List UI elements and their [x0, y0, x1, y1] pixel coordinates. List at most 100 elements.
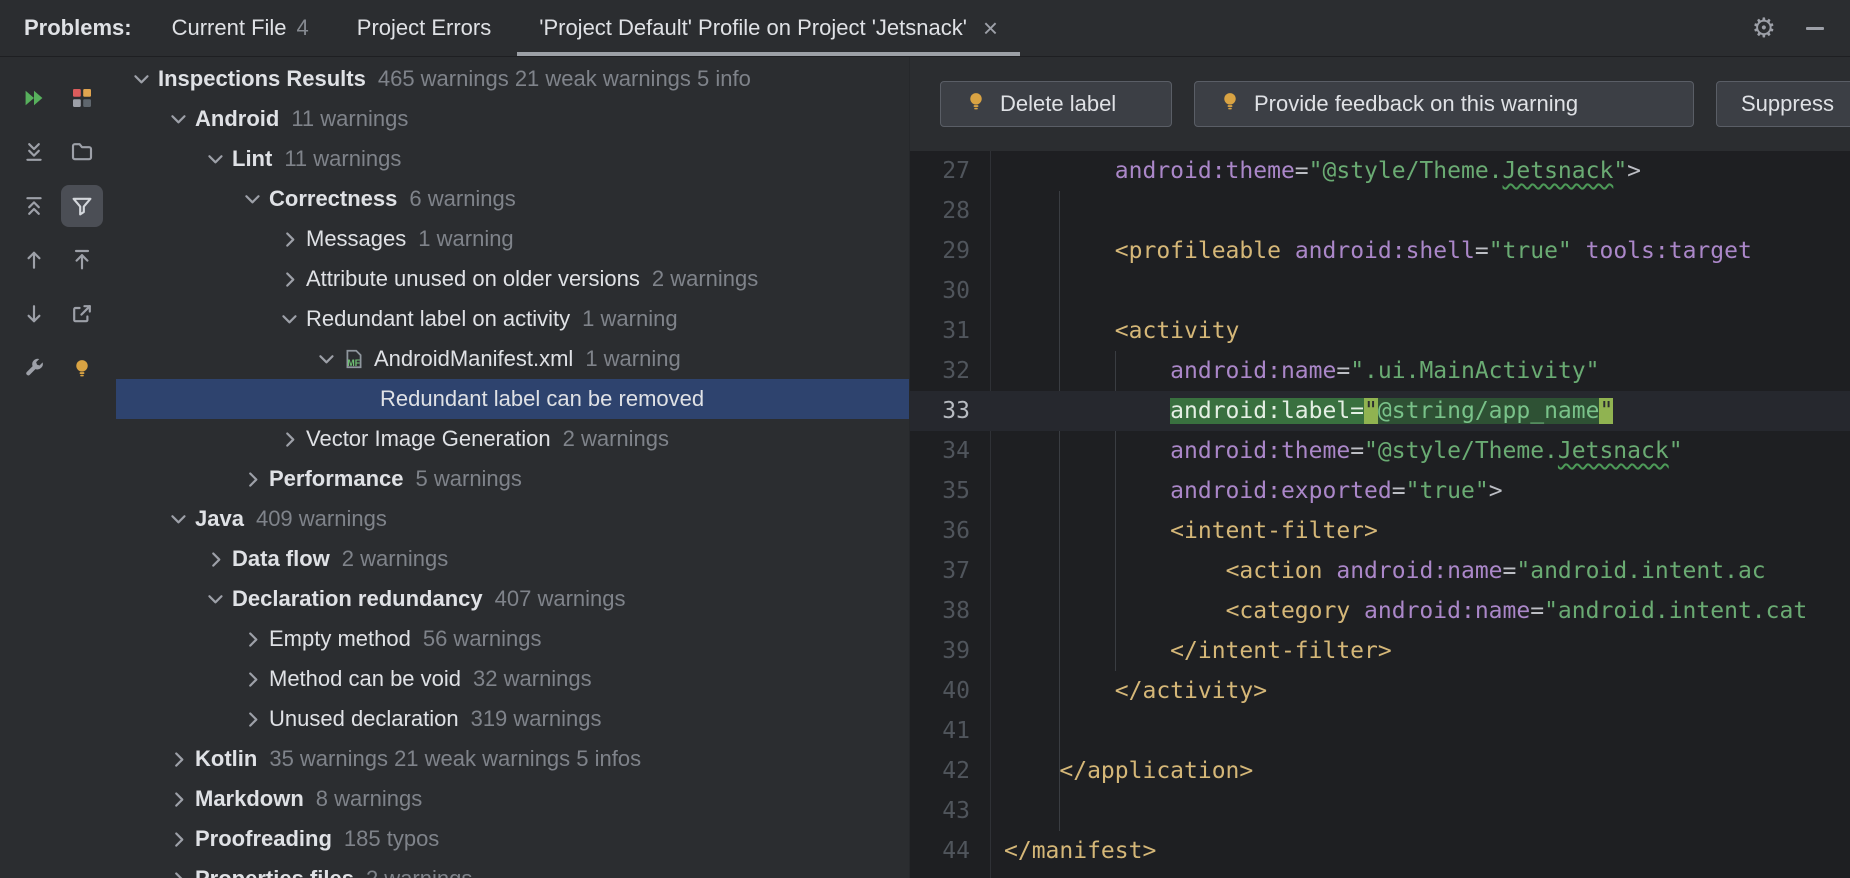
code-line[interactable]: 36 <intent-filter> — [910, 511, 1850, 551]
chevron-right-icon[interactable] — [274, 268, 306, 290]
tab-close-icon[interactable]: × — [983, 15, 998, 41]
tree-row[interactable]: Vector Image Generation2 warnings — [116, 419, 909, 459]
settings-gear-icon[interactable]: ⚙ — [1752, 15, 1776, 42]
code-line[interactable]: 30 — [910, 271, 1850, 311]
chevron-right-icon[interactable] — [237, 468, 269, 490]
collapse-all-icon[interactable] — [13, 185, 55, 227]
tree-row[interactable]: Proofreading185 typos — [116, 819, 909, 859]
chevron-right-icon[interactable] — [200, 548, 232, 570]
editor-preview-pane: Delete label Provide feedback on this war… — [909, 57, 1850, 878]
tree-row-count: 2 warnings — [366, 866, 472, 878]
action-button-label: Suppress — [1741, 91, 1834, 117]
problems-tool-window: Problems: Current File4Project Errors'Pr… — [0, 0, 1850, 878]
tree-row[interactable]: Unused declaration319 warnings — [116, 699, 909, 739]
hide-icon[interactable] — [1806, 27, 1824, 30]
chevron-down-icon[interactable] — [200, 148, 232, 170]
tree-row[interactable]: Kotlin35 warnings 21 weak warnings 5 inf… — [116, 739, 909, 779]
filter-icon[interactable] — [61, 185, 103, 227]
problems-body: Inspections Results465 warnings 21 weak … — [0, 57, 1850, 878]
move-to-top-icon[interactable] — [61, 239, 103, 281]
code-line[interactable]: 40 </activity> — [910, 671, 1850, 711]
chevron-right-icon[interactable] — [163, 828, 195, 850]
tree-row[interactable]: Data flow2 warnings — [116, 539, 909, 579]
code-line[interactable]: 33 android:label="@string/app_name" — [910, 391, 1850, 431]
tree-row[interactable]: Redundant label on activity1 warning — [116, 299, 909, 339]
tree-row-count: 465 warnings 21 weak warnings 5 info — [378, 66, 751, 92]
tree-row[interactable]: Markdown8 warnings — [116, 779, 909, 819]
tree-row[interactable]: Lint11 warnings — [116, 139, 909, 179]
tree-row[interactable]: Android11 warnings — [116, 99, 909, 139]
chevron-right-icon[interactable] — [163, 868, 195, 878]
code-line[interactable]: 27 android:theme="@style/Theme.Jetsnack"… — [910, 151, 1850, 191]
line-number: 41 — [910, 711, 990, 751]
tree-row[interactable]: Correctness6 warnings — [116, 179, 909, 219]
tab-label: Project Errors — [357, 15, 491, 41]
code-text — [990, 791, 1004, 831]
tree-row-count: 6 warnings — [409, 186, 515, 212]
code-line[interactable]: 44</manifest> — [910, 831, 1850, 871]
chevron-right-icon[interactable] — [237, 708, 269, 730]
rerun-inspection-icon[interactable] — [13, 77, 55, 119]
code-line[interactable]: 38 <category android:name="android.inten… — [910, 591, 1850, 631]
tree-row-count: 2 warnings — [342, 546, 448, 572]
code-line[interactable]: 32 android:name=".ui.MainActivity" — [910, 351, 1850, 391]
tree-row[interactable]: Java409 warnings — [116, 499, 909, 539]
tree-row[interactable]: MFAndroidManifest.xml1 warning — [116, 339, 909, 379]
tree-row[interactable]: Messages1 warning — [116, 219, 909, 259]
chevron-right-icon[interactable] — [274, 228, 306, 250]
delete-label-button[interactable]: Delete label — [940, 81, 1172, 127]
suppress-button[interactable]: Suppress — [1716, 81, 1850, 127]
preview-lightbulb-icon[interactable] — [61, 347, 103, 389]
chevron-down-icon[interactable] — [237, 188, 269, 210]
group-by-folder-icon[interactable] — [61, 131, 103, 173]
chevron-down-icon[interactable] — [311, 348, 343, 370]
tree-row-label: Lint — [232, 146, 272, 172]
tool-strip — [0, 57, 116, 878]
inspection-profile-icon[interactable] — [61, 77, 103, 119]
code-line[interactable]: 28 — [910, 191, 1850, 231]
chevron-right-icon[interactable] — [237, 668, 269, 690]
tree-row[interactable]: Method can be void32 warnings — [116, 659, 909, 699]
code-line[interactable]: 35 android:exported="true"> — [910, 471, 1850, 511]
chevron-right-icon[interactable] — [274, 428, 306, 450]
tree-row[interactable]: Redundant label can be removed — [116, 379, 909, 419]
tree-row[interactable]: Attribute unused on older versions2 warn… — [116, 259, 909, 299]
header-spacer — [1022, 0, 1752, 56]
tree-row-label: Properties files — [195, 866, 354, 878]
code-line[interactable]: 34 android:theme="@style/Theme.Jetsnack" — [910, 431, 1850, 471]
tree-row[interactable]: Empty method56 warnings — [116, 619, 909, 659]
tree-row[interactable]: Declaration redundancy407 warnings — [116, 579, 909, 619]
code-line[interactable]: 29 <profileable android:shell="true" too… — [910, 231, 1850, 271]
code-line[interactable]: 37 <action android:name="android.intent.… — [910, 551, 1850, 591]
tab-project-errors[interactable]: Project Errors — [333, 0, 515, 56]
svg-text:MF: MF — [347, 358, 360, 368]
next-problem-icon[interactable] — [13, 293, 55, 335]
previous-problem-icon[interactable] — [13, 239, 55, 281]
chevron-right-icon[interactable] — [163, 748, 195, 770]
tree-row-count: 2 warnings — [563, 426, 669, 452]
tab-current-file[interactable]: Current File4 — [148, 0, 333, 56]
quick-fix-settings-icon[interactable] — [13, 347, 55, 389]
code-line[interactable]: 41 — [910, 711, 1850, 751]
chevron-down-icon[interactable] — [163, 108, 195, 130]
tree-row-label: Java — [195, 506, 244, 532]
code-line[interactable]: 42 </application> — [910, 751, 1850, 791]
line-number: 38 — [910, 591, 990, 631]
chevron-down-icon[interactable] — [163, 508, 195, 530]
tree-row[interactable]: Properties files 2 warnings — [116, 859, 909, 878]
export-icon[interactable] — [61, 293, 103, 335]
chevron-right-icon[interactable] — [237, 628, 269, 650]
chevron-down-icon[interactable] — [126, 68, 158, 90]
code-text: </manifest> — [990, 831, 1156, 871]
expand-all-icon[interactable] — [13, 131, 55, 173]
provide-feedback-on-this-warning-button[interactable]: Provide feedback on this warning — [1194, 81, 1694, 127]
code-line[interactable]: 43 — [910, 791, 1850, 831]
code-line[interactable]: 39 </intent-filter> — [910, 631, 1850, 671]
tree-row[interactable]: Inspections Results465 warnings 21 weak … — [116, 59, 909, 99]
chevron-right-icon[interactable] — [163, 788, 195, 810]
tree-row[interactable]: Performance5 warnings — [116, 459, 909, 499]
chevron-down-icon[interactable] — [274, 308, 306, 330]
tab-project-default-profile-on-project-jetsnack[interactable]: 'Project Default' Profile on Project 'Je… — [515, 0, 1022, 56]
chevron-down-icon[interactable] — [200, 588, 232, 610]
code-line[interactable]: 31 <activity — [910, 311, 1850, 351]
